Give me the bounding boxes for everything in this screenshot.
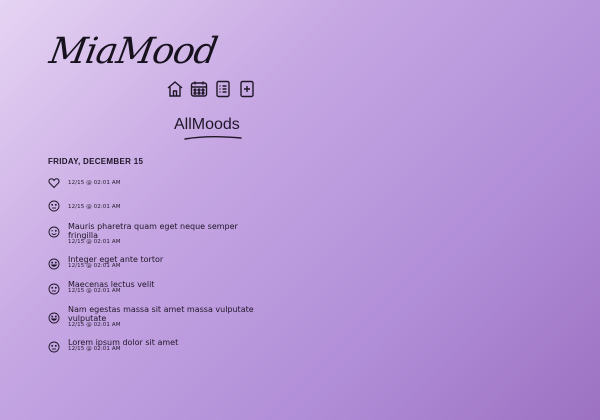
entry-timestamp: 12/15 @ 02:01 AM: [68, 322, 121, 328]
neutral-face-icon: [48, 341, 60, 353]
entry-note: Mauris pharetra quam eget neque semper f…: [68, 222, 238, 240]
entry-timestamp: 12/15 @ 02:01 AM: [68, 239, 121, 245]
section-title: AllMoods: [174, 116, 240, 133]
entry-timestamp: 12/15 @ 02:01 AM: [68, 204, 121, 210]
entry-timestamp: 12/15 @ 02:01 AM: [68, 263, 121, 269]
section-title-underline: [184, 135, 242, 140]
smile-face-icon: [48, 258, 60, 270]
neutral-face-icon: [48, 200, 60, 212]
entry-timestamp: 12/15 @ 02:01 AM: [68, 180, 121, 186]
add-icon[interactable]: [236, 78, 258, 100]
calendar-icon[interactable]: [188, 78, 210, 100]
nav-bar: [164, 78, 258, 100]
entry-note: Nam egestas massa sit amet massa vulputa…: [68, 305, 254, 323]
wink-face-icon: [48, 226, 60, 238]
smile-face-icon: [48, 312, 60, 324]
home-icon[interactable]: [164, 78, 186, 100]
list-icon[interactable]: [212, 78, 234, 100]
date-heading: FRIDAY, DECEMBER 15: [48, 157, 144, 166]
heart-icon: [48, 177, 60, 189]
entry-timestamp: 12/15 @ 02:01 AM: [68, 288, 121, 294]
neutral-face-icon: [48, 283, 60, 295]
entry-timestamp: 12/15 @ 02:01 AM: [68, 346, 121, 352]
app-logo: MiaMood: [46, 31, 220, 72]
